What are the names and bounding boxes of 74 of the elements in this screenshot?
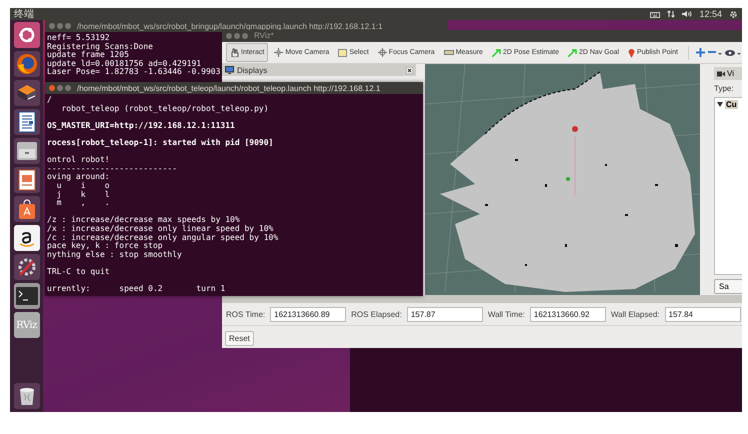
minimize-icon[interactable] (57, 85, 63, 91)
network-arrows-icon[interactable] (667, 10, 676, 18)
arrow-icon (568, 48, 577, 58)
window-title: RViz* (254, 31, 274, 40)
window-title: /home/mbot/mbot_ws/src/robot_bringup/launch/gmapping.launch http://192.168.12.1:1 (77, 22, 383, 30)
camera-icon (717, 70, 725, 77)
app-title: 终端 (14, 8, 34, 21)
terminal-line: j k l (56, 190, 110, 200)
save-button[interactable]: Sa (714, 279, 742, 294)
terminal-line: robot_teleop (robot_teleop/robot_teleop.py) (60, 104, 269, 114)
time-field: 157.84 (664, 306, 740, 322)
monitor-icon (225, 66, 234, 74)
settings-icon[interactable] (729, 10, 738, 18)
minimize-icon[interactable] (57, 23, 63, 29)
terminal-line: --------------------------- (47, 164, 178, 173)
terminal-line: /x : increase/decrease only linear speed by 10% (47, 224, 274, 234)
maximize-icon[interactable] (65, 85, 71, 91)
terminal-line: m , . (56, 199, 110, 208)
terminal-line: / (47, 96, 52, 105)
shopping-bag-icon[interactable] (14, 196, 40, 222)
eye-dropdown-icon[interactable] (724, 48, 741, 57)
ubuntu-logo-icon[interactable] (14, 22, 40, 48)
crosshair-icon (378, 48, 387, 58)
terminal-line: /c : increase/decrease only angular speed by 10% (47, 234, 278, 242)
panel-title: Vi (727, 69, 734, 78)
time-label: ROS Time: (226, 310, 266, 319)
terminal-line: ontrol robot! (47, 154, 110, 165)
time-field: 157.87 (406, 306, 483, 322)
wrench-gear-icon[interactable] (14, 254, 40, 280)
ruler-icon (444, 50, 454, 56)
expand-caret-icon[interactable] (717, 102, 723, 108)
trash-icon[interactable] (14, 383, 40, 409)
minus-dropdown-icon[interactable] (708, 49, 722, 56)
terminal-icon[interactable] (14, 283, 40, 309)
terminal-line: update ld=0.00181756 ad=0.429191 (47, 60, 202, 68)
clock[interactable]: 12:54 (699, 9, 722, 19)
terminal-line: Laser Pose= 1.82783 -1.63446 -0.9903 (47, 68, 220, 77)
hand-icon (230, 48, 239, 58)
terminal-line: pace key, k : force stop (47, 242, 163, 250)
type-label: Type: (714, 84, 735, 94)
amazon-logo-icon[interactable] (14, 225, 40, 251)
terminal-line: oving around: (47, 173, 110, 182)
terminal-line: urrently: speed 0.2 turn 1 (47, 283, 226, 294)
reset-button[interactable]: Reset (225, 330, 254, 346)
maximize-icon[interactable] (65, 23, 71, 29)
terminal-line: update frame 1205 (47, 51, 129, 60)
file-drawer-icon[interactable] (14, 138, 40, 164)
map-pin-icon (628, 48, 636, 58)
terminal-line: TRL-C to quit (47, 266, 110, 276)
window-title: /home/mbot/mbot_ws/src/robot_teleop/launch/robot_teleop.launch http://192.168.12.1 (77, 84, 380, 92)
firefox-icon[interactable] (14, 51, 40, 77)
presentation-icon[interactable] (14, 167, 40, 193)
time-label: Wall Elapsed: (610, 310, 660, 319)
volume-icon[interactable] (682, 10, 692, 18)
terminal-line: /z : increase/decrease max speeds by 10% (47, 214, 240, 224)
terminal-line: Registering Scans:Done (47, 42, 153, 51)
terminal-line: OS_MASTER_URI=http://192.168.12.1:11311 (47, 120, 235, 130)
terminal-line: u i o (56, 182, 110, 190)
plus-icon[interactable] (696, 48, 705, 58)
select-rectangle-icon (338, 48, 348, 57)
close-icon[interactable] (406, 66, 413, 74)
terminal-line: nything else : stop smoothly (47, 250, 182, 260)
terminal-line: neff= 5.53192 (47, 34, 110, 42)
keyboard-icon[interactable] (650, 10, 660, 18)
time-label: ROS Elapsed: (351, 310, 402, 319)
panel-title: Displays (237, 66, 268, 75)
stacked-box-icon[interactable] (14, 80, 40, 106)
time-label: Wall Time: (488, 310, 525, 319)
move-arrows-icon (274, 48, 284, 58)
arrow-icon (492, 48, 501, 58)
time-field: 1621313660.92 (530, 306, 606, 322)
time-field: 1621313660.89 (270, 306, 346, 322)
terminal-line: rocess[robot_teleop-1]: started with pid [9090] (47, 136, 274, 148)
document-icon[interactable] (14, 109, 40, 135)
